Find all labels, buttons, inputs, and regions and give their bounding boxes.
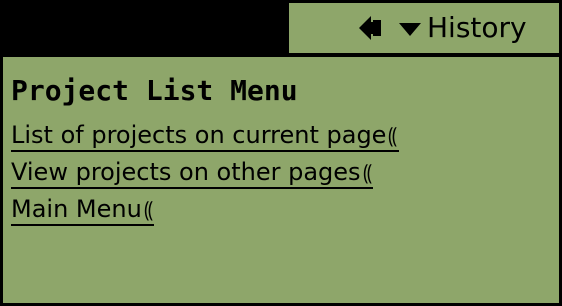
main-content: Project List Menu List of projects on cu… — [11, 69, 551, 226]
list-item: List of projects on current page ⸨ — [11, 115, 551, 152]
link-label: List of projects on current page — [11, 121, 387, 149]
title-bar: History — [3, 3, 559, 53]
chevron-down-icon — [399, 23, 421, 36]
link-list-projects-current-page[interactable]: List of projects on current page ⸨ — [11, 120, 399, 152]
link-main-menu[interactable]: Main Menu ⸨ — [11, 194, 155, 226]
link-label: Main Menu — [11, 195, 142, 223]
back-arrow-icon[interactable] — [357, 14, 383, 42]
link-icon: ⸨ — [362, 161, 372, 186]
history-menu-label: History — [427, 11, 527, 44]
link-view-projects-other-pages[interactable]: View projects on other pages ⸨ — [11, 157, 373, 189]
title-area — [3, 3, 289, 53]
list-item: View projects on other pages ⸨ — [11, 152, 551, 189]
link-icon: ⸨ — [388, 124, 398, 149]
list-item: Main Menu ⸨ — [11, 189, 551, 226]
link-icon: ⸨ — [143, 198, 153, 223]
history-menu-dropdown[interactable]: History — [399, 9, 527, 47]
page-title: Project List Menu — [11, 74, 298, 107]
title-bar-divider — [3, 53, 559, 57]
link-label: View projects on other pages — [11, 158, 361, 186]
menu-link-list: List of projects on current page ⸨ View p… — [11, 115, 551, 226]
screen: History Project List Menu List of projec… — [0, 0, 562, 306]
